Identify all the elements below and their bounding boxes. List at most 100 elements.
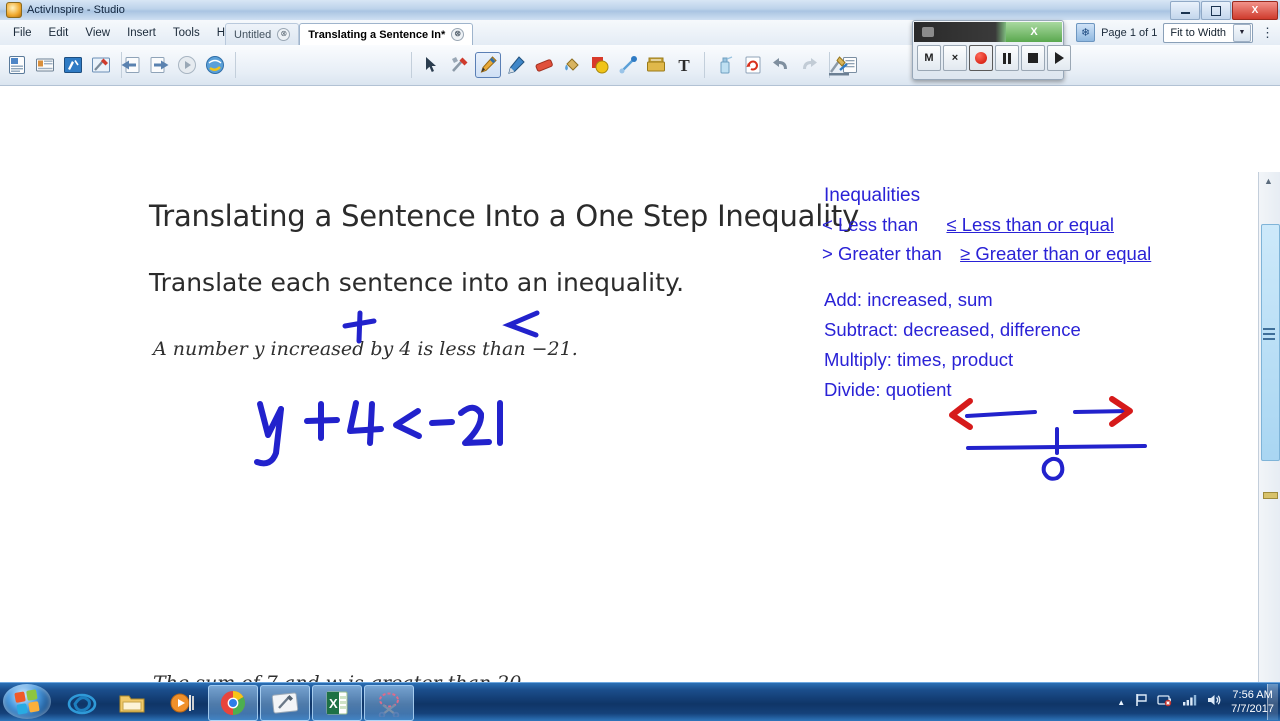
pen-tool-icon[interactable]	[475, 52, 501, 78]
recorder-close-button[interactable]: ×	[943, 45, 967, 71]
desktop-tools-icon[interactable]	[88, 52, 114, 78]
undo-icon[interactable]	[768, 52, 794, 78]
rail-handle-tick-2[interactable]	[1263, 333, 1275, 335]
lesson-instruction: Translate each sentence into an inequali…	[149, 268, 685, 297]
page-indicator: Page 1 of 1	[1101, 26, 1158, 39]
rail-handle-tick-3[interactable]	[1263, 338, 1275, 340]
taskbar-google-chrome[interactable]	[208, 685, 258, 721]
start-button[interactable]	[3, 684, 51, 719]
reset-page-icon[interactable]	[740, 52, 766, 78]
main-toolbar: T	[0, 45, 1280, 128]
volume-icon[interactable]	[1206, 693, 1222, 712]
page-reset-icon[interactable]: ❄	[1076, 23, 1096, 42]
window-controls: X	[1170, 1, 1278, 20]
play-icon[interactable]	[174, 52, 200, 78]
action-center-flag-icon[interactable]	[1134, 693, 1148, 712]
windows-taskbar: X ▲ 7:56 AM 7/7/2017	[0, 682, 1280, 721]
next-page-icon[interactable]	[146, 52, 172, 78]
tab-untitled[interactable]: Untitled ⊗	[225, 23, 300, 45]
eraser-tool-icon[interactable]	[531, 52, 557, 78]
ink-number-line	[949, 396, 1147, 481]
show-hidden-icons-button[interactable]: ▲	[1117, 698, 1125, 707]
ink-less-than-mark	[502, 310, 540, 338]
rail-scroll-up-icon[interactable]: ▲	[1264, 176, 1273, 186]
ink-plus-mark	[342, 310, 377, 344]
reference-heading: Inequalities	[824, 185, 921, 206]
recorder-menu-button[interactable]: M	[917, 45, 941, 71]
ink-handwritten-answer	[254, 400, 503, 467]
stop-button[interactable]	[1021, 45, 1045, 71]
desktop-tools-icon-2[interactable]	[447, 52, 473, 78]
activinspire-flame-icon	[6, 2, 22, 18]
menu-item-tools[interactable]: Tools	[166, 24, 207, 42]
menu-item-file[interactable]: File	[6, 24, 39, 42]
shape-tool-icon[interactable]	[587, 52, 613, 78]
play-button[interactable]	[1047, 45, 1071, 71]
clear-spray-icon[interactable]	[712, 52, 738, 78]
network-signal-icon[interactable]	[1182, 693, 1197, 711]
media-box-icon[interactable]	[643, 52, 669, 78]
lesson-title: Translating a Sentence Into a One Step I…	[149, 199, 860, 233]
text-tool-icon[interactable]: T	[671, 52, 697, 78]
browser-icon[interactable]	[202, 52, 228, 78]
taskbar-snipping-tool[interactable]	[364, 685, 414, 721]
reference-subtract-keywords: Subtract: decreased, difference	[824, 319, 1081, 340]
flipchart-canvas[interactable]: Translating a Sentence Into a One Step I…	[0, 86, 1280, 682]
battery-error-icon[interactable]	[1157, 693, 1173, 712]
recorder-buttons: M ×	[917, 45, 1071, 71]
recorder-close-icon[interactable]: X	[1006, 22, 1062, 42]
tab-close-icon[interactable]: ⊗	[451, 28, 465, 41]
fill-tool-icon[interactable]	[559, 52, 585, 78]
previous-page-icon[interactable]	[118, 52, 144, 78]
reference-greater-than-row: > Greater than ≥ Greater than or equal	[822, 243, 1151, 265]
close-button[interactable]: X	[1232, 1, 1278, 20]
menu-item-view[interactable]: View	[78, 24, 117, 42]
zoom-select[interactable]: Fit to Width ▼	[1163, 22, 1253, 43]
tab-label: Untitled	[234, 28, 272, 41]
recorder-app-icon	[922, 27, 934, 37]
rail-handle-tick[interactable]	[1263, 328, 1275, 330]
show-desktop-button[interactable]	[1267, 684, 1278, 720]
menu-item-edit[interactable]: Edit	[42, 24, 76, 42]
toolbar-toolbox-group	[826, 45, 852, 85]
toolbox-icon[interactable]	[826, 52, 852, 78]
activinspire-window: ActivInspire - Studio X File Edit View I…	[0, 0, 1280, 721]
toolbar-left-group	[4, 45, 127, 85]
taskbar-internet-explorer[interactable]	[58, 686, 106, 720]
annotate-over-desktop-icon[interactable]	[60, 52, 86, 78]
window-title: ActivInspire - Studio	[27, 4, 125, 16]
dashboard-icon[interactable]	[32, 52, 58, 78]
menu-bar-row: File Edit View Insert Tools Help Untitle…	[0, 20, 1280, 46]
pause-button[interactable]	[995, 45, 1019, 71]
select-tool-icon[interactable]	[419, 52, 445, 78]
ink-annotations	[254, 310, 1147, 481]
toolbar-main-tools: T	[406, 45, 863, 85]
recorder-widget[interactable]: X M ×	[912, 20, 1071, 80]
highlighter-tool-icon[interactable]	[503, 52, 529, 78]
collapse-arrows-icon[interactable]: ⋮	[1259, 25, 1276, 41]
reference-greater-than: > Greater than	[822, 243, 942, 264]
windows-logo-icon	[14, 688, 40, 715]
flipchart-page[interactable]: Translating a Sentence Into a One Step I…	[0, 86, 1258, 682]
taskbar-activinspire[interactable]	[260, 685, 310, 721]
tab-translating-a-sentence[interactable]: Translating a Sentence In* ⊗	[299, 23, 474, 45]
taskbar-media-player[interactable]	[158, 686, 206, 720]
pause-icon	[1003, 52, 1011, 64]
rail-browser-panel[interactable]	[1261, 224, 1280, 461]
menu-item-insert[interactable]: Insert	[120, 24, 163, 42]
minimize-button[interactable]	[1170, 1, 1200, 20]
profile-icon[interactable]	[4, 52, 30, 78]
connector-tool-icon[interactable]	[615, 52, 641, 78]
rail-marker-icon[interactable]	[1263, 492, 1278, 499]
redo-icon[interactable]	[796, 52, 822, 78]
taskbar-windows-explorer[interactable]	[108, 686, 156, 720]
restore-button[interactable]	[1201, 1, 1231, 20]
record-button[interactable]	[969, 45, 993, 71]
document-tabs: Untitled ⊗ Translating a Sentence In* ⊗	[225, 22, 474, 45]
chevron-down-icon[interactable]: ▼	[1233, 23, 1251, 42]
reference-greater-than-or-equal: ≥ Greater than or equal	[960, 243, 1152, 264]
taskbar-excel[interactable]: X	[312, 685, 362, 721]
system-tray: ▲ 7:56 AM 7/7/2017	[1117, 683, 1278, 721]
right-sidebar-rail[interactable]: ▲ ▼	[1258, 172, 1280, 682]
tab-close-icon[interactable]: ⊗	[277, 28, 291, 41]
